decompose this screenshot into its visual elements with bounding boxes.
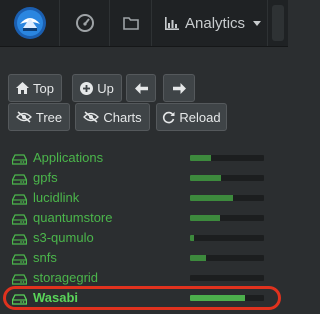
charts-toggle-button[interactable]: Charts — [75, 103, 150, 131]
usage-bar-fill — [190, 295, 245, 301]
bar-chart-icon — [165, 16, 179, 30]
charts-button-label: Charts — [103, 109, 142, 125]
nav-overflow[interactable] — [268, 0, 288, 46]
forward-button[interactable] — [163, 74, 195, 102]
tree-item[interactable]: lucidlink — [0, 188, 288, 208]
reload-button-label: Reload — [179, 109, 221, 125]
brand-logo[interactable] — [0, 0, 60, 46]
tree-item[interactable]: s3-qumulo — [0, 228, 288, 248]
up-button[interactable]: Up — [72, 74, 122, 102]
analytics-label: Analytics — [185, 14, 246, 32]
tree-toggle-button[interactable]: Tree — [8, 103, 70, 131]
tree-item-label: quantumstore — [33, 210, 113, 225]
up-button-label: Up — [97, 80, 114, 96]
top-navbar: Analytics — [0, 0, 288, 47]
reload-button[interactable]: Reload — [156, 103, 227, 131]
tree-button-label: Tree — [35, 109, 63, 125]
hard-drive-icon — [11, 292, 28, 310]
tree-item-label: snfs — [33, 250, 57, 265]
nav-dashboard[interactable] — [60, 0, 110, 46]
top-button[interactable]: Top — [8, 74, 62, 102]
plus-circle-icon — [80, 81, 94, 95]
usage-bar — [190, 255, 264, 261]
usage-bar-fill — [190, 195, 233, 201]
refresh-icon — [163, 111, 175, 123]
tree-item[interactable]: quantumstore — [0, 208, 288, 228]
tree-item[interactable]: Applications — [0, 148, 288, 168]
usage-bar — [190, 275, 264, 281]
tree-item[interactable]: snfs — [0, 248, 288, 268]
eye-slash-icon — [83, 111, 100, 123]
usage-bar-fill — [190, 155, 211, 161]
tree-item[interactable]: storagegrid — [0, 268, 288, 288]
arrow-left-icon — [134, 82, 148, 94]
tree-item[interactable]: Wasabi — [0, 288, 288, 308]
top-button-label: Top — [33, 80, 54, 96]
dashboard-gauge-icon — [75, 14, 94, 32]
tree-item-label: storagegrid — [33, 270, 99, 285]
nav-overflow-stub — [272, 5, 284, 41]
usage-bar-fill — [190, 235, 194, 241]
folder-icon — [122, 17, 139, 30]
back-button[interactable] — [126, 74, 156, 102]
usage-bar — [190, 235, 264, 241]
usage-bar-fill — [190, 215, 220, 221]
tree-item-label: gpfs — [33, 170, 58, 185]
arrow-right-icon — [172, 82, 186, 94]
usage-bar — [190, 295, 264, 301]
eye-slash-icon — [15, 111, 32, 123]
usage-bar-fill — [190, 255, 206, 261]
tree-item[interactable]: gpfs — [0, 168, 288, 188]
nav-folder[interactable] — [110, 0, 152, 46]
usage-bar — [190, 195, 264, 201]
usage-bar — [190, 215, 264, 221]
usage-bar — [190, 175, 264, 181]
tree-item-label: lucidlink — [33, 190, 80, 205]
analytics-menu[interactable]: Analytics — [152, 0, 268, 46]
app-logo-icon — [13, 7, 46, 39]
home-icon — [16, 82, 30, 94]
usage-bar — [190, 155, 264, 161]
tree-item-label: Wasabi — [33, 290, 79, 305]
tree-item-label: Applications — [33, 150, 104, 165]
tree-item-label: s3-qumulo — [33, 230, 94, 245]
usage-bar-fill — [190, 175, 222, 181]
chevron-down-icon — [253, 20, 262, 26]
